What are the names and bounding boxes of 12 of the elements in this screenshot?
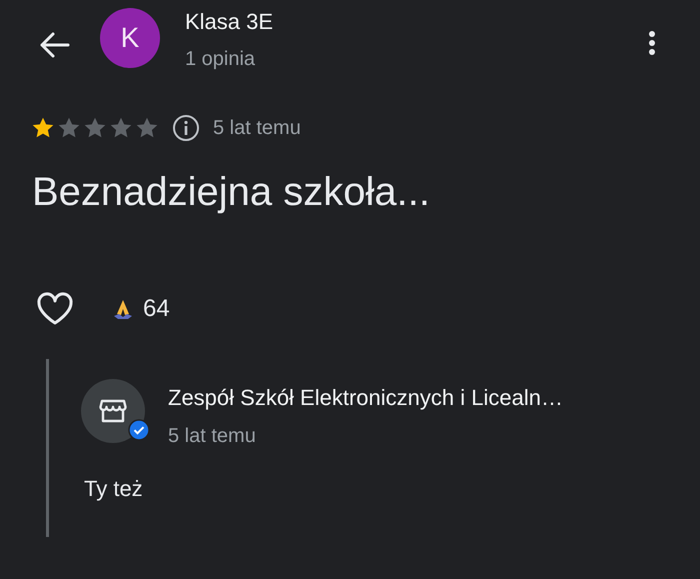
back-arrow-icon	[38, 31, 70, 59]
review-text: Beznadziejna szkoła...	[31, 170, 432, 215]
reaction-count: 64	[143, 295, 170, 323]
reply-text: Ty też	[84, 476, 144, 502]
business-name: Zespół Szkół Elektronicznych i Licealn…	[168, 385, 563, 411]
storefront-icon	[99, 398, 127, 424]
info-icon[interactable]	[172, 114, 200, 142]
review-time: 5 lat temu	[213, 116, 301, 140]
reviewer-name: Klasa 3E	[185, 9, 274, 35]
avatar: K	[100, 8, 160, 68]
reply-time: 5 lat temu	[168, 425, 257, 448]
review-count: 1 opinia	[185, 48, 256, 71]
